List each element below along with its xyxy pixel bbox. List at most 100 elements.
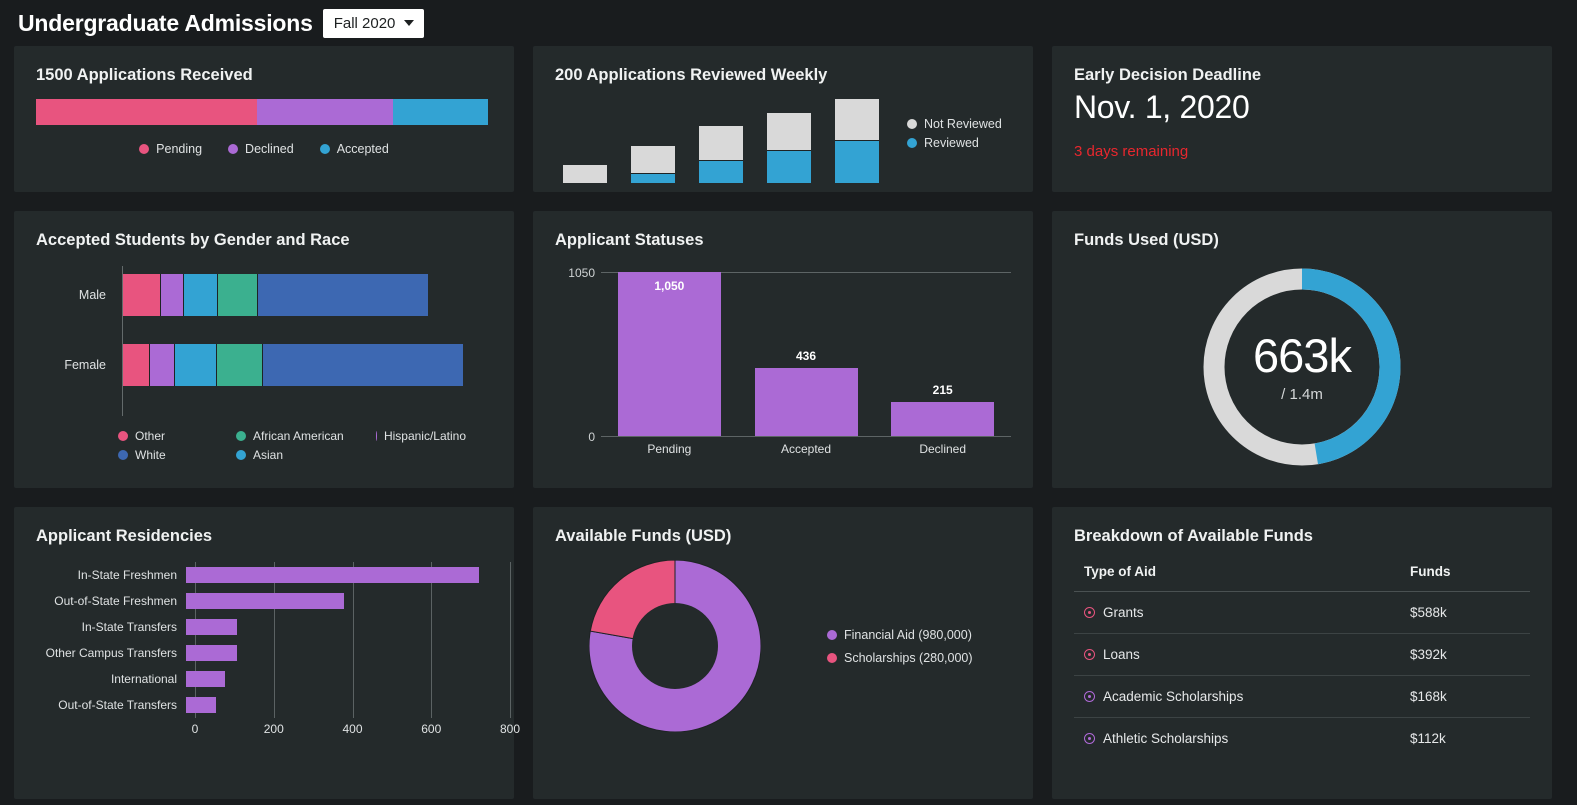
status-column: 1,050 (601, 272, 738, 436)
legend-dot-icon (827, 652, 837, 663)
weekly-bar-reviewed (835, 139, 879, 183)
reviewed-weekly-bars (563, 99, 879, 183)
residency-row: Out-of-State Freshmen (36, 588, 492, 614)
legend-label: Not Reviewed (924, 117, 1002, 131)
residency-bar (186, 567, 480, 583)
legend-label: Hispanic/Latino (383, 429, 466, 443)
status-column: 215 (874, 272, 1011, 436)
weekly-bar-reviewed (699, 160, 743, 183)
residency-label: International (110, 672, 177, 686)
status-x-label: Pending (647, 442, 692, 456)
residency-label: In-State Transfers (81, 620, 177, 634)
gender-race-bar (123, 344, 463, 386)
residency-row: In-State Freshmen (36, 562, 492, 588)
gender-race-segment (123, 344, 150, 386)
legend-dot-icon (118, 431, 128, 441)
residency-row: Out-of-State Transfers (36, 692, 492, 718)
legend-label: Other (135, 429, 166, 443)
card-applications-received: 1500 Applications Received Pending Declin… (14, 46, 514, 192)
stacked-segment (393, 99, 488, 125)
table-row[interactable]: Grants $588k (1074, 591, 1530, 634)
term-select[interactable]: Fall 2020 (322, 8, 425, 38)
gender-race-row: Male (36, 274, 428, 316)
dashboard-header: Undergraduate Admissions Fall 2020 (14, 0, 1563, 46)
legend-item: African American (236, 429, 376, 443)
legend-dot-icon (118, 450, 128, 460)
breakdown-title: Breakdown of Available Funds (1074, 527, 1313, 545)
legend-item: Scholarships (280,000) (827, 651, 973, 665)
legend-item: Declined (228, 142, 294, 156)
residencies-rows: In-State Freshmen Out-of-State Freshmen In… (36, 562, 492, 718)
available-funds-chart: Financial Aid (980,000) Scholarships (280… (555, 559, 1011, 733)
dashboard-grid: 1500 Applications Received Pending Declin… (14, 46, 1563, 799)
x-tick-label: 600 (421, 722, 442, 736)
gender-race-segment (150, 344, 175, 386)
weekly-bar-not-reviewed (767, 113, 811, 151)
gender-race-chart: Male Female Other African American Hispanic… (36, 266, 492, 462)
chevron-down-icon (404, 20, 415, 26)
aid-label: Grants (1103, 605, 1144, 620)
gender-race-segment (218, 274, 258, 316)
gender-race-row: Female (36, 344, 463, 386)
residency-row: In-State Transfers (36, 614, 492, 640)
residency-bar (186, 619, 238, 635)
y-axis-label-bottom: 0 (588, 430, 595, 444)
legend-dot-icon (907, 138, 917, 148)
residency-row: Other Campus Transfers (36, 640, 492, 666)
aid-label: Athletic Scholarships (1103, 731, 1229, 746)
legend-dot-icon (228, 144, 239, 154)
legend-label: Financial Aid (980,000) (844, 627, 972, 642)
available-funds-legend: Financial Aid (980,000) Scholarships (280… (827, 628, 973, 665)
legend-dot-icon (319, 144, 330, 154)
legend-item: Hispanic/Latino (376, 429, 466, 443)
stacked-segment (257, 99, 394, 125)
deadline-remaining: 3 days remaining (1074, 143, 1189, 160)
legend-item: Not Reviewed (907, 117, 1002, 131)
legend-dot-icon (236, 431, 246, 441)
gender-race-title: Accepted Students by Gender and Race (36, 231, 350, 249)
table-row[interactable]: Loans $392k (1074, 633, 1530, 676)
residency-bar (186, 697, 216, 713)
applicant-statuses-chart: 1050 0 1,050 436 215 Pending Accepted Declin… (555, 264, 1011, 464)
gender-race-segment (123, 274, 161, 316)
applicant-statuses-bars: 1,050 436 215 (601, 272, 1011, 436)
reviewed-weekly-legend: Not Reviewed Reviewed (907, 117, 1002, 150)
page-title: Undergraduate Admissions (18, 9, 313, 36)
available-funds-donut (588, 559, 762, 733)
status-bar: 1,050 (617, 272, 721, 436)
residency-bar (186, 593, 344, 609)
table-row[interactable]: Academic Scholarships $168k (1074, 675, 1530, 718)
cell-funds: $392k (1410, 633, 1530, 676)
residencies-x-ticks: 0 200 400 600 800 (192, 722, 520, 740)
gender-race-segment (161, 274, 184, 316)
cell-type-of-aid: Grants (1074, 591, 1410, 634)
status-x-label: Accepted (780, 442, 832, 456)
gauge-text: 663k / 1.4m (1199, 264, 1405, 470)
y-axis-label-top: 1050 (568, 266, 595, 280)
residencies-title: Applicant Residencies (36, 527, 213, 545)
aid-label: Academic Scholarships (1103, 689, 1244, 704)
table-row[interactable]: Athletic Scholarships $112k (1074, 718, 1530, 760)
legend-label: White (135, 448, 166, 462)
cell-type-of-aid: Loans (1074, 633, 1410, 676)
card-residencies: Applicant Residencies In-State Freshmen O… (14, 507, 520, 799)
applications-received-title: 1500 Applications Received (36, 66, 253, 84)
residency-label: Out-of-State Transfers (58, 698, 177, 712)
target-ring-icon (1084, 691, 1095, 702)
weekly-bar (631, 146, 675, 183)
target-ring-icon (1084, 733, 1095, 744)
target-ring-icon (1084, 649, 1095, 660)
residencies-chart: In-State Freshmen Out-of-State Freshmen In… (36, 562, 520, 762)
weekly-bar (835, 99, 879, 183)
gender-race-segment (258, 274, 428, 316)
gender-race-row-label: Female (64, 358, 106, 372)
applicant-statuses-x-labels: Pending Accepted Declined (601, 442, 1011, 456)
gender-race-row-label: Male (78, 288, 106, 302)
table-header-row: Type of Aid Funds (1074, 560, 1530, 592)
gender-race-segment (175, 344, 217, 386)
gender-race-segment (184, 274, 218, 316)
gauge-total: / 1.4m (1281, 385, 1323, 403)
gender-race-bar (123, 274, 428, 316)
status-x-label: Declined (919, 442, 967, 456)
weekly-bar-not-reviewed (631, 146, 675, 173)
